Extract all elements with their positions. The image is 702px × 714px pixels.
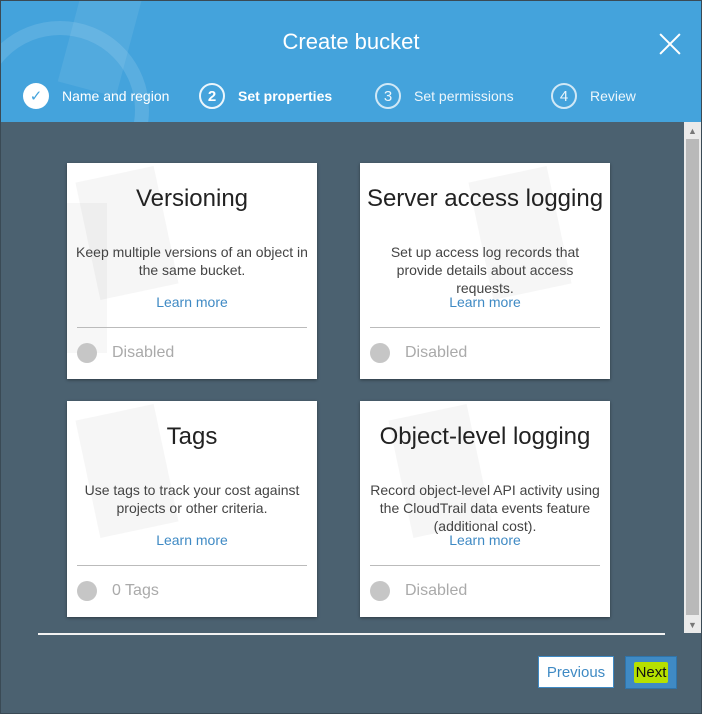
- previous-button[interactable]: Previous: [538, 656, 614, 688]
- card-divider: [77, 565, 307, 566]
- step-number: 3: [375, 83, 401, 109]
- next-button[interactable]: Next: [625, 656, 677, 689]
- scroll-down-icon[interactable]: ▼: [684, 616, 701, 633]
- card-title: Server access logging: [366, 185, 604, 212]
- step-label: Set properties: [238, 88, 333, 104]
- card-title: Tags: [166, 423, 218, 450]
- card-description: Keep multiple versions of an object in t…: [76, 244, 308, 278]
- card-server-access-logging[interactable]: Server access logging Set up access log …: [360, 163, 610, 379]
- card-description: Record object-level API activity using t…: [370, 482, 600, 534]
- status: 0 Tags: [77, 581, 159, 601]
- status-text: Disabled: [112, 344, 175, 361]
- learn-more-link[interactable]: Learn more: [67, 294, 317, 310]
- learn-more-link[interactable]: Learn more: [360, 532, 610, 548]
- learn-more-link[interactable]: Learn more: [360, 294, 610, 310]
- step-number: 2: [199, 83, 225, 109]
- status: Disabled: [370, 581, 467, 601]
- step-label: Name and region: [62, 88, 170, 104]
- status-text: Disabled: [405, 582, 468, 599]
- status: Disabled: [77, 343, 174, 363]
- next-button-label: Next: [633, 662, 669, 683]
- status: Disabled: [370, 343, 467, 363]
- check-icon: ✓: [23, 83, 49, 109]
- step-set-properties[interactable]: 2 Set properties: [199, 83, 332, 109]
- vertical-scrollbar[interactable]: ▲ ▼: [684, 122, 701, 633]
- status-dot-icon: [77, 343, 97, 363]
- status-dot-icon: [370, 343, 390, 363]
- card-title: Versioning: [135, 185, 249, 212]
- card-divider: [370, 327, 600, 328]
- scroll-up-icon[interactable]: ▲: [684, 122, 701, 139]
- step-label: Review: [590, 88, 636, 104]
- status-text: 0 Tags: [112, 582, 159, 599]
- card-divider: [77, 327, 307, 328]
- card-title: Object-level logging: [379, 423, 591, 450]
- step-label: Set permissions: [414, 88, 514, 104]
- step-name-and-region[interactable]: ✓ Name and region: [23, 83, 169, 109]
- learn-more-link[interactable]: Learn more: [67, 532, 317, 548]
- card-object-level-logging[interactable]: Object-level logging Record object-level…: [360, 401, 610, 617]
- step-review[interactable]: 4 Review: [551, 83, 636, 109]
- step-number: 4: [551, 83, 577, 109]
- status-dot-icon: [370, 581, 390, 601]
- card-description: Use tags to track your cost against proj…: [84, 482, 300, 516]
- modal-title: Create bucket: [282, 29, 420, 54]
- status-dot-icon: [77, 581, 97, 601]
- status-text: Disabled: [405, 344, 468, 361]
- card-versioning[interactable]: Versioning Keep multiple versions of an …: [67, 163, 317, 379]
- step-set-permissions[interactable]: 3 Set permissions: [375, 83, 514, 109]
- close-icon[interactable]: [657, 31, 683, 57]
- card-divider: [370, 565, 600, 566]
- modal-body: Versioning Keep multiple versions of an …: [1, 122, 701, 713]
- scroll-thumb[interactable]: [686, 139, 699, 615]
- footer-divider: [38, 633, 665, 635]
- card-tags[interactable]: Tags Use tags to track your cost against…: [67, 401, 317, 617]
- modal-header: Create bucket ✓ Name and region 2 Set pr…: [1, 1, 701, 122]
- card-description: Set up access log records that provide d…: [390, 244, 580, 296]
- create-bucket-modal: Create bucket ✓ Name and region 2 Set pr…: [0, 0, 702, 714]
